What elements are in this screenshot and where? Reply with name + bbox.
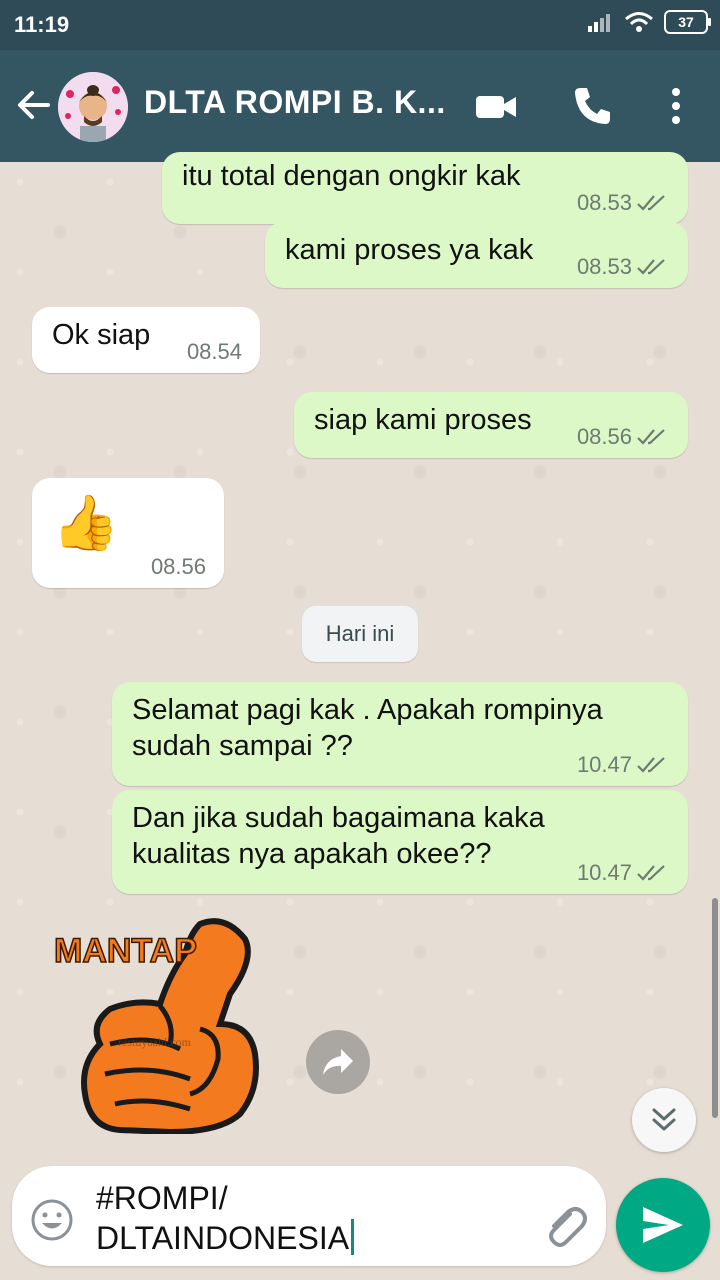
status-bar: 11:19 37 bbox=[0, 0, 720, 50]
thumbs-up-sticker-image: MANTAP restuyaahl.com bbox=[53, 918, 259, 1136]
chevron-double-down-icon bbox=[652, 1108, 676, 1131]
message-text: kami proses ya kak bbox=[285, 234, 534, 266]
message-bubble-outgoing[interactable]: itu total dengan ongkir kak 08.53 bbox=[162, 152, 688, 224]
back-arrow-icon[interactable] bbox=[14, 85, 54, 125]
message-time: 08.56 bbox=[150, 554, 206, 579]
message-text: siap kami proses bbox=[314, 404, 532, 436]
send-button[interactable] bbox=[616, 1178, 710, 1272]
avatar-image bbox=[58, 72, 128, 142]
sticker-watermark: restuyaahl.com bbox=[118, 1035, 192, 1049]
message-text: Selamat pagi kak . Apakah rompinya sudah… bbox=[132, 694, 603, 762]
message-bubble-incoming[interactable]: Ok siap 08.54 bbox=[32, 307, 260, 373]
message-meta: 08.56 bbox=[577, 424, 670, 450]
battery-level: 37 bbox=[678, 14, 694, 30]
message-meta: 08.53 bbox=[577, 190, 670, 216]
message-text: Ok siap bbox=[52, 319, 151, 351]
message-bubble-outgoing[interactable]: Selamat pagi kak . Apakah rompinya sudah… bbox=[112, 682, 688, 786]
message-time: 08.56 bbox=[576, 424, 632, 449]
message-time: 08.53 bbox=[576, 190, 632, 215]
text-cursor bbox=[351, 1219, 355, 1255]
status-icons: 37 bbox=[586, 10, 711, 34]
message-text: itu total dengan ongkir kak bbox=[182, 160, 521, 192]
chat-area[interactable]: itu total dengan ongkir kak 08.53 kami p… bbox=[0, 152, 720, 1162]
more-vert-icon[interactable] bbox=[654, 84, 698, 128]
double-check-icon bbox=[637, 195, 665, 211]
message-meta: 08.53 bbox=[577, 254, 670, 280]
message-text: Dan jika sudah bagaimana kaka kualitas n… bbox=[132, 802, 545, 870]
contact-name[interactable]: DLTA ROMPI B. K... bbox=[144, 84, 446, 121]
date-divider: Hari ini bbox=[302, 606, 418, 662]
message-meta: 08.54 bbox=[187, 339, 242, 365]
wifi-icon bbox=[625, 12, 653, 32]
double-check-icon bbox=[637, 757, 665, 773]
chat-header: DLTA ROMPI B. K... bbox=[0, 50, 720, 162]
send-icon bbox=[643, 1207, 683, 1243]
double-check-icon bbox=[637, 259, 665, 275]
phone-icon[interactable] bbox=[570, 84, 614, 128]
signal-icon bbox=[588, 14, 610, 32]
message-bubble-outgoing[interactable]: Dan jika sudah bagaimana kaka kualitas n… bbox=[112, 790, 688, 894]
message-time: 10.47 bbox=[576, 860, 632, 885]
message-time: 08.53 bbox=[576, 254, 632, 279]
status-time: 11:19 bbox=[14, 12, 70, 37]
message-composer: #ROMPI/ DLTAINDONESIA bbox=[12, 1166, 606, 1266]
contact-avatar[interactable] bbox=[58, 72, 128, 142]
double-check-icon bbox=[637, 429, 665, 445]
message-bubble-incoming[interactable]: 👍 08.56 bbox=[32, 478, 224, 588]
emoji-icon[interactable] bbox=[30, 1198, 74, 1242]
forward-button[interactable] bbox=[306, 1030, 370, 1094]
message-meta: 10.47 bbox=[577, 860, 670, 886]
scrollbar[interactable] bbox=[712, 898, 718, 1118]
message-bubble-outgoing[interactable]: kami proses ya kak 08.53 bbox=[265, 222, 688, 288]
attach-icon[interactable] bbox=[540, 1200, 588, 1248]
sticker-message[interactable]: MANTAP restuyaahl.com bbox=[50, 914, 270, 1136]
message-meta: 08.56 bbox=[151, 554, 206, 580]
scroll-to-bottom-button[interactable] bbox=[632, 1088, 696, 1152]
message-bubble-outgoing[interactable]: siap kami proses 08.56 bbox=[294, 392, 688, 458]
message-time: 10.47 bbox=[576, 752, 632, 777]
video-call-icon[interactable] bbox=[474, 84, 518, 128]
thumbs-up-emoji: 👍 bbox=[52, 493, 120, 553]
sticker-caption: MANTAP bbox=[54, 932, 197, 970]
double-check-icon bbox=[637, 865, 665, 881]
message-input-value: #ROMPI/ DLTAINDONESIA bbox=[96, 1180, 350, 1256]
message-input[interactable]: #ROMPI/ DLTAINDONESIA bbox=[96, 1178, 516, 1258]
message-meta: 10.47 bbox=[577, 752, 670, 778]
forward-icon bbox=[323, 1049, 353, 1075]
battery-icon: 37 bbox=[664, 10, 711, 34]
message-time: 08.54 bbox=[186, 339, 242, 364]
